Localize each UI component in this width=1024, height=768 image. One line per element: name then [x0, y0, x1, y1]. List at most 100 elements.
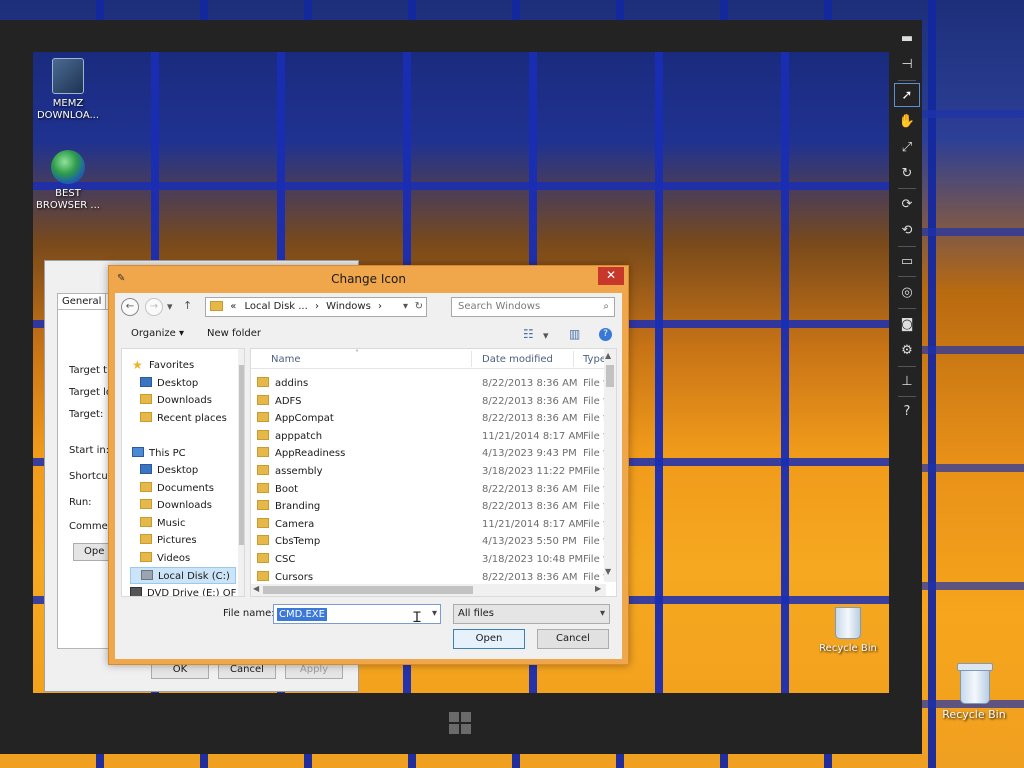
file-date-cell: 4/13/2023 5:50 PM	[482, 536, 577, 548]
column-name[interactable]: Name	[271, 354, 301, 365]
gear-icon[interactable]: ⚙	[894, 338, 920, 362]
cancel-button[interactable]: Cancel	[537, 629, 609, 649]
file-name-text: CbsTemp	[275, 536, 321, 548]
forward-icon[interactable]: →	[145, 298, 163, 316]
file-row[interactable]: apppatch 11/21/2014 8:17 AM File fol	[251, 428, 616, 446]
recent-dropdown-icon[interactable]: ▾	[167, 300, 173, 313]
hand-icon[interactable]: ✋	[894, 109, 920, 133]
star-icon: ★	[132, 358, 143, 372]
scrollbar-thumb[interactable]	[239, 365, 244, 545]
close-icon[interactable]: ✕	[598, 267, 624, 285]
address-bar[interactable]: « Local Disk ... › Windows › ▾ ↻	[205, 297, 427, 317]
undo-icon[interactable]: ⟲	[894, 218, 920, 242]
file-row[interactable]: ADFS 8/22/2013 8:36 AM File fol	[251, 393, 616, 411]
scrollbar-thumb[interactable]	[263, 586, 473, 594]
folder-icon	[257, 412, 269, 423]
breadcrumb-separator: ›	[314, 301, 319, 312]
nav-pictures[interactable]: Pictures	[140, 532, 244, 549]
monitor-icon[interactable]: ▭	[894, 249, 920, 273]
file-type-select[interactable]: All files ▾	[453, 604, 610, 624]
column-date-modified[interactable]: Date modified	[482, 354, 553, 365]
preview-pane-icon[interactable]: ▥	[569, 327, 580, 341]
guest-recycle-bin[interactable]: Recycle Bin	[813, 607, 883, 655]
nav-downloads[interactable]: Downloads	[140, 497, 244, 514]
plugin-icon[interactable]: ⊥	[894, 369, 920, 393]
nav-label: Videos	[157, 553, 191, 564]
file-name-cell: Camera	[257, 516, 314, 533]
up-icon[interactable]: ↑	[183, 299, 192, 312]
globe-icon[interactable]: ◎	[894, 280, 920, 304]
desktop-icon	[140, 464, 152, 474]
nav-downloads[interactable]: Downloads	[140, 392, 244, 409]
file-row[interactable]: AppReadiness 4/13/2023 9:43 PM File fol	[251, 445, 616, 463]
new-folder-button[interactable]: New folder	[207, 328, 261, 339]
nav-dvd-drive[interactable]: DVD Drive (E:) OF	[130, 585, 244, 597]
nav-scrollbar[interactable]	[238, 349, 244, 596]
file-row[interactable]: Camera 11/21/2014 8:17 AM File fol	[251, 516, 616, 534]
chevron-down-icon[interactable]: ▾	[403, 298, 408, 316]
file-date-cell: 3/18/2023 10:48 PM	[482, 554, 584, 565]
minimize-icon[interactable]: ▬	[894, 26, 920, 50]
nav-videos[interactable]: Videos	[140, 550, 244, 567]
file-name-value: CMD.EXE	[277, 608, 327, 621]
pointer-icon[interactable]: ➚	[894, 83, 920, 107]
nav-label: This PC	[149, 448, 186, 459]
chevron-down-icon[interactable]: ▾	[432, 608, 437, 619]
nav-desktop[interactable]: Desktop	[140, 462, 244, 479]
help-icon[interactable]: ?	[599, 328, 612, 341]
scroll-right-icon[interactable]: ▶	[595, 584, 601, 593]
back-icon[interactable]: ←	[121, 298, 139, 316]
tab-general[interactable]: General	[57, 293, 107, 309]
camera-icon[interactable]: ◙	[894, 312, 920, 336]
file-name-input[interactable]: CMD.EXE Ｉ ▾	[273, 604, 441, 626]
pin-icon[interactable]: ⊣	[894, 52, 920, 76]
open-file-location-button[interactable]: Ope	[73, 543, 109, 561]
file-row[interactable]: Boot 8/22/2013 8:36 AM File fol	[251, 481, 616, 499]
refresh-icon[interactable]: ↻	[415, 298, 423, 316]
desktop-icon-memz[interactable]: MEMZ DOWNLOA...	[33, 58, 103, 122]
file-row[interactable]: addins 8/22/2013 8:36 AM File fol	[251, 375, 616, 393]
breadcrumb-windows[interactable]: Windows	[326, 301, 371, 312]
scroll-down-icon[interactable]: ▼	[605, 567, 611, 576]
file-row[interactable]: CSC 3/18/2023 10:48 PM File fol	[251, 551, 616, 569]
scrollbar-thumb[interactable]	[606, 365, 614, 387]
desktop-icon-browser[interactable]: BEST BROWSER ...	[33, 150, 103, 212]
file-row[interactable]: Branding 8/22/2013 8:36 AM File fol	[251, 498, 616, 516]
file-name-cell: apppatch	[257, 428, 322, 445]
file-row[interactable]: assembly 3/18/2023 11:22 PM File fol	[251, 463, 616, 481]
dvd-icon	[130, 587, 142, 596]
open-button[interactable]: Open	[453, 629, 525, 649]
scroll-up-icon[interactable]: ▲	[605, 351, 611, 360]
column-type[interactable]: Type	[583, 354, 606, 365]
host-recycle-bin[interactable]: Recycle Bin	[938, 662, 1010, 721]
organize-button[interactable]: Organize ▾	[131, 328, 184, 339]
file-list-vscrollbar[interactable]: ▲ ▼	[604, 349, 616, 582]
drive-icon	[141, 570, 153, 580]
file-row[interactable]: AppCompat 8/22/2013 8:36 AM File fol	[251, 410, 616, 428]
file-list-hscrollbar[interactable]: ◀ ▶	[251, 584, 606, 596]
file-name-cell: addins	[257, 375, 308, 392]
folder-icon	[140, 412, 152, 422]
expand-icon[interactable]: ⤢	[894, 135, 920, 159]
scroll-left-icon[interactable]: ◀	[253, 584, 259, 593]
host-recycle-bin-label: Recycle Bin	[942, 708, 1006, 721]
windows-start-icon[interactable]	[449, 712, 471, 734]
file-name-cell: AppCompat	[257, 410, 334, 427]
redo-icon[interactable]: ⟳	[894, 192, 920, 216]
view-options-icon[interactable]: ☷	[523, 327, 534, 341]
nav-desktop[interactable]: Desktop	[140, 375, 244, 392]
rotate-icon[interactable]: ↻	[894, 161, 920, 185]
nav-this-pc[interactable]: This PC	[132, 445, 244, 462]
nav-favorites[interactable]: ★ Favorites	[132, 357, 244, 374]
breadcrumb-local-disk[interactable]: Local Disk ...	[245, 301, 308, 312]
help-icon[interactable]: ?	[894, 399, 920, 423]
field-label: Shortcut	[69, 471, 112, 482]
chevron-down-icon[interactable]: ▾	[543, 329, 549, 342]
nav-music[interactable]: Music	[140, 515, 244, 532]
file-row[interactable]: CbsTemp 4/13/2023 5:50 PM File fol	[251, 533, 616, 551]
nav-local-disk[interactable]: Local Disk (C:)	[130, 567, 236, 584]
nav-documents[interactable]: Documents	[140, 480, 244, 497]
nav-label: DVD Drive (E:) OF	[147, 588, 237, 597]
search-input[interactable]: Search Windows ⌕	[451, 297, 615, 317]
nav-recent-places[interactable]: Recent places	[140, 410, 244, 427]
